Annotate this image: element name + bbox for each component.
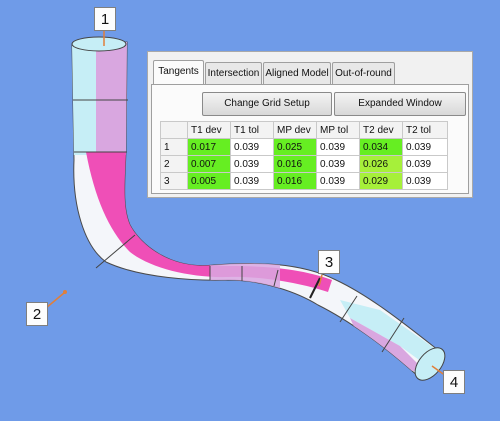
table-row[interactable]: 1 0.017 0.039 0.025 0.039 0.034 0.039	[160, 138, 448, 156]
cell-t2-dev[interactable]: 0.026	[359, 155, 403, 173]
row-header: 2	[160, 155, 188, 173]
cell-mp-dev[interactable]: 0.016	[273, 155, 317, 173]
table-row[interactable]: 3 0.005 0.039 0.016 0.039 0.029 0.039	[160, 172, 448, 190]
cell-t1-tol[interactable]: 0.039	[230, 172, 274, 190]
tab-tangents[interactable]: Tangents	[153, 60, 204, 85]
cell-t1-tol[interactable]: 0.039	[230, 138, 274, 156]
column-header-mp-dev[interactable]: MP dev	[273, 121, 317, 139]
cell-mp-tol[interactable]: 0.039	[316, 138, 360, 156]
cell-t2-tol[interactable]: 0.039	[402, 155, 448, 173]
column-header-mp-tol[interactable]: MP tol	[316, 121, 360, 139]
cell-t1-tol[interactable]: 0.039	[230, 155, 274, 173]
column-header-t1-dev[interactable]: T1 dev	[187, 121, 231, 139]
tangents-tab-content: Change Grid Setup Expanded Window T1 dev…	[151, 84, 469, 194]
marker-1[interactable]: 1	[94, 7, 116, 31]
cell-mp-dev[interactable]: 0.025	[273, 138, 317, 156]
column-header-t1-tol[interactable]: T1 tol	[230, 121, 274, 139]
cell-t1-dev[interactable]: 0.005	[187, 172, 231, 190]
cell-t2-tol[interactable]: 0.039	[402, 138, 448, 156]
leader-line-2	[45, 292, 65, 309]
tab-out-of-round[interactable]: Out-of-round	[332, 62, 395, 84]
tab-aligned-model[interactable]: Aligned Model	[263, 62, 331, 84]
marker-2[interactable]: 2	[26, 302, 48, 326]
change-grid-setup-button[interactable]: Change Grid Setup	[202, 92, 332, 116]
cell-mp-tol[interactable]: 0.039	[316, 172, 360, 190]
cell-t1-dev[interactable]: 0.017	[187, 138, 231, 156]
marker-3[interactable]: 3	[318, 250, 340, 274]
cell-mp-dev[interactable]: 0.016	[273, 172, 317, 190]
column-header-t2-dev[interactable]: T2 dev	[359, 121, 403, 139]
tab-intersection[interactable]: Intersection	[205, 62, 262, 84]
leader-dot-2	[63, 290, 67, 294]
table-header-row: T1 dev T1 tol MP dev MP tol T2 dev T2 to…	[160, 121, 448, 139]
column-header-t2-tol[interactable]: T2 tol	[402, 121, 448, 139]
tangent-deviation-table: T1 dev T1 tol MP dev MP tol T2 dev T2 to…	[160, 121, 448, 190]
table-row[interactable]: 2 0.007 0.039 0.016 0.039 0.026 0.039	[160, 155, 448, 173]
cell-mp-tol[interactable]: 0.039	[316, 155, 360, 173]
row-header: 1	[160, 138, 188, 156]
deviation-panel: Tangents Intersection Aligned Model Out-…	[147, 51, 473, 198]
marker-4[interactable]: 4	[443, 370, 465, 394]
cell-t2-dev[interactable]: 0.034	[359, 138, 403, 156]
expanded-window-button[interactable]: Expanded Window	[334, 92, 466, 116]
tube-lilac-region	[96, 42, 130, 155]
cell-t1-dev[interactable]: 0.007	[187, 155, 231, 173]
table-corner-cell	[160, 121, 188, 139]
row-header: 3	[160, 172, 188, 190]
cell-t2-tol[interactable]: 0.039	[402, 172, 448, 190]
cell-t2-dev[interactable]: 0.029	[359, 172, 403, 190]
tube-end-cap-top	[71, 36, 127, 52]
